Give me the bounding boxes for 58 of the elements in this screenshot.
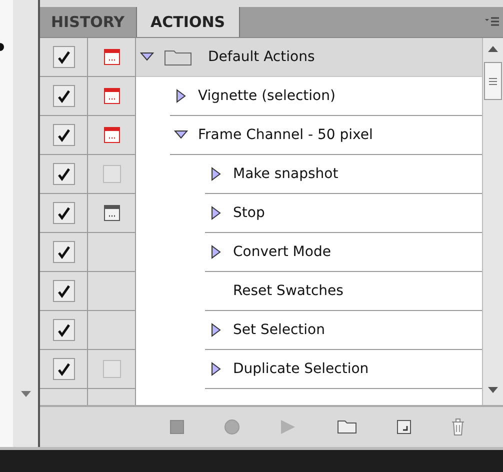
action-row[interactable]: Make snapshot bbox=[136, 155, 482, 194]
expand-toggle-icon[interactable] bbox=[174, 89, 188, 103]
folder-icon[interactable] bbox=[336, 420, 357, 434]
checkbox[interactable] bbox=[52, 358, 74, 380]
dialog-toggle[interactable] bbox=[102, 360, 120, 378]
action-name[interactable]: Default Actions bbox=[208, 49, 315, 65]
expand-toggle-icon[interactable] bbox=[209, 167, 223, 181]
checkbox[interactable] bbox=[52, 241, 74, 263]
expand-toggle-icon[interactable] bbox=[209, 206, 223, 220]
folder-icon bbox=[164, 48, 192, 66]
dialog-toggle-icon[interactable] bbox=[104, 205, 120, 221]
action-row[interactable]: Stop bbox=[136, 194, 482, 233]
check-icon bbox=[56, 362, 70, 376]
dialog-toggle[interactable] bbox=[102, 165, 120, 183]
check-icon bbox=[56, 50, 70, 64]
checkbox[interactable] bbox=[52, 163, 74, 185]
action-name[interactable]: Reset Swatches bbox=[233, 283, 344, 299]
checkbox[interactable] bbox=[52, 319, 74, 341]
action-row[interactable]: Convert Mode bbox=[136, 233, 482, 272]
expand-toggle-icon[interactable] bbox=[209, 362, 223, 376]
check-icon bbox=[56, 206, 70, 220]
expand-toggle-icon[interactable] bbox=[209, 245, 223, 259]
scrollbar-thumb[interactable] bbox=[484, 62, 502, 100]
expand-toggle-icon[interactable] bbox=[209, 323, 223, 337]
action-row[interactable]: Set Selection bbox=[136, 311, 482, 350]
action-row[interactable]: Duplicate Selection bbox=[136, 350, 482, 389]
action-row[interactable]: Reset Swatches bbox=[136, 272, 482, 311]
action-name[interactable]: Duplicate Selection bbox=[233, 361, 369, 377]
scroll-up-icon[interactable] bbox=[488, 46, 498, 52]
checkbox[interactable] bbox=[52, 124, 74, 146]
action-name[interactable]: Convert Mode bbox=[233, 244, 331, 260]
action-name[interactable]: Frame Channel - 50 pixel bbox=[198, 127, 373, 143]
menu-icon[interactable] bbox=[485, 17, 499, 27]
checkbox[interactable] bbox=[52, 280, 74, 302]
check-icon bbox=[56, 323, 70, 337]
dialog-toggle-icon[interactable] bbox=[104, 127, 120, 143]
action-name[interactable]: Make snapshot bbox=[233, 166, 338, 182]
action-name[interactable]: Set Selection bbox=[233, 322, 325, 338]
action-row[interactable]: Frame Channel - 50 pixel bbox=[136, 116, 482, 155]
stop-icon[interactable] bbox=[170, 420, 184, 434]
dropdown-arrow-icon[interactable] bbox=[20, 391, 30, 397]
check-icon bbox=[56, 284, 70, 298]
action-name[interactable]: Vignette (selection) bbox=[198, 88, 336, 104]
checkbox[interactable] bbox=[52, 46, 74, 68]
dialog-toggle-icon[interactable] bbox=[104, 49, 120, 65]
checkbox[interactable] bbox=[52, 202, 74, 224]
check-icon bbox=[56, 245, 70, 259]
checkbox[interactable] bbox=[52, 85, 74, 107]
new-item-icon[interactable] bbox=[396, 420, 411, 434]
check-icon bbox=[56, 167, 70, 181]
check-icon bbox=[56, 89, 70, 103]
trash-icon[interactable] bbox=[450, 418, 465, 436]
check-icon bbox=[56, 128, 70, 142]
scroll-down-icon[interactable] bbox=[488, 387, 498, 393]
action-row[interactable]: Vignette (selection) bbox=[136, 77, 482, 116]
action-name[interactable]: Stop bbox=[233, 205, 265, 221]
panel-tab[interactable]: ACTIONS bbox=[136, 7, 240, 37]
dialog-toggle-icon[interactable] bbox=[104, 88, 120, 104]
